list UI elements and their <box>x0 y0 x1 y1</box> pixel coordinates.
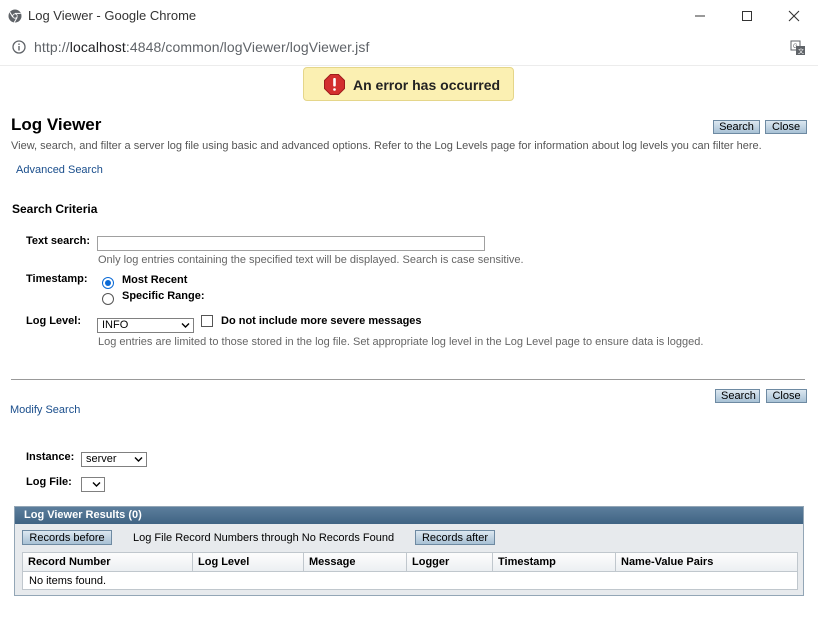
log-file-select[interactable] <box>81 477 105 492</box>
chevron-down-icon <box>181 323 190 328</box>
minimize-icon <box>695 15 705 17</box>
exclude-severe-label[interactable]: Do not include more severe messages <box>221 315 422 327</box>
column-header-message[interactable]: Message <box>304 553 407 572</box>
modify-search-link[interactable]: Modify Search <box>10 404 80 416</box>
column-header-record-number[interactable]: Record Number <box>23 553 193 572</box>
url-text[interactable]: http://localhost:4848/common/logViewer/l… <box>34 39 369 55</box>
chevron-down-icon <box>134 457 143 462</box>
log-file-label: Log File: <box>26 476 72 488</box>
results-header: Log Viewer Results (0) <box>15 507 803 524</box>
column-header-logger[interactable]: Logger <box>407 553 493 572</box>
log-level-label: Log Level: <box>26 315 82 327</box>
error-banner: An error has occurred <box>303 67 514 101</box>
close-button-top[interactable]: Close <box>765 120 807 134</box>
minimize-button[interactable] <box>677 0 723 32</box>
address-bar[interactable]: http://localhost:4848/common/logViewer/l… <box>0 32 818 66</box>
search-criteria-title: Search Criteria <box>12 202 98 216</box>
records-before-button[interactable]: Records before <box>22 530 112 545</box>
column-header-name-value-pairs[interactable]: Name-Value Pairs <box>616 553 797 572</box>
svg-text:文: 文 <box>798 48 804 56</box>
instance-select[interactable]: server <box>81 452 147 467</box>
most-recent-label[interactable]: Most Recent <box>122 274 187 286</box>
instance-label: Instance: <box>26 451 75 463</box>
info-icon[interactable] <box>12 40 26 54</box>
close-icon <box>788 10 800 22</box>
page-help-text: View, search, and filter a server log fi… <box>11 140 762 152</box>
maximize-button[interactable] <box>724 0 770 32</box>
specific-range-radio[interactable] <box>102 293 114 305</box>
error-message: An error has occurred <box>353 77 501 93</box>
exclude-severe-checkbox[interactable] <box>201 315 213 327</box>
window-titlebar: Log Viewer - Google Chrome <box>0 0 818 33</box>
results-panel: Log Viewer Results (0) Records before Lo… <box>14 506 804 596</box>
maximize-icon <box>742 11 752 21</box>
column-header-log-level[interactable]: Log Level <box>193 553 304 572</box>
text-search-input[interactable] <box>97 236 485 251</box>
url-path: :4848/common/logViewer/logViewer.jsf <box>125 39 370 55</box>
log-level-value: INFO <box>102 319 129 331</box>
records-after-button[interactable]: Records after <box>415 530 495 545</box>
advanced-search-link[interactable]: Advanced Search <box>16 164 103 176</box>
column-header-timestamp[interactable]: Timestamp <box>493 553 616 572</box>
search-button-bottom[interactable]: Search <box>715 389 760 403</box>
page-title: Log Viewer <box>11 115 102 134</box>
search-button-top[interactable]: Search <box>713 120 760 134</box>
results-table: Record Number Log Level Message Logger T… <box>22 552 798 590</box>
log-level-select[interactable]: INFO <box>97 318 194 333</box>
most-recent-radio[interactable] <box>102 277 114 289</box>
close-button-bottom[interactable]: Close <box>766 389 807 403</box>
section-divider <box>11 379 805 380</box>
text-search-hint: Only log entries containing the specifie… <box>98 254 524 266</box>
empty-table-message: No items found. <box>29 575 107 587</box>
url-scheme: http:// <box>34 39 70 55</box>
close-window-button[interactable] <box>771 0 817 32</box>
window-title: Log Viewer - Google Chrome <box>28 8 197 23</box>
chrome-icon <box>8 9 22 23</box>
translate-icon[interactable]: G 文 <box>790 40 806 56</box>
text-search-label: Text search: <box>26 235 90 247</box>
timestamp-label: Timestamp: <box>26 273 88 285</box>
log-level-hint: Log entries are limited to those stored … <box>98 336 704 348</box>
record-range-text: Log File Record Numbers through No Recor… <box>133 532 395 544</box>
chevron-down-icon <box>92 482 101 487</box>
url-host: localhost <box>69 39 126 55</box>
specific-range-label[interactable]: Specific Range: <box>122 290 205 302</box>
error-icon <box>324 74 345 95</box>
instance-value: server <box>86 453 117 465</box>
